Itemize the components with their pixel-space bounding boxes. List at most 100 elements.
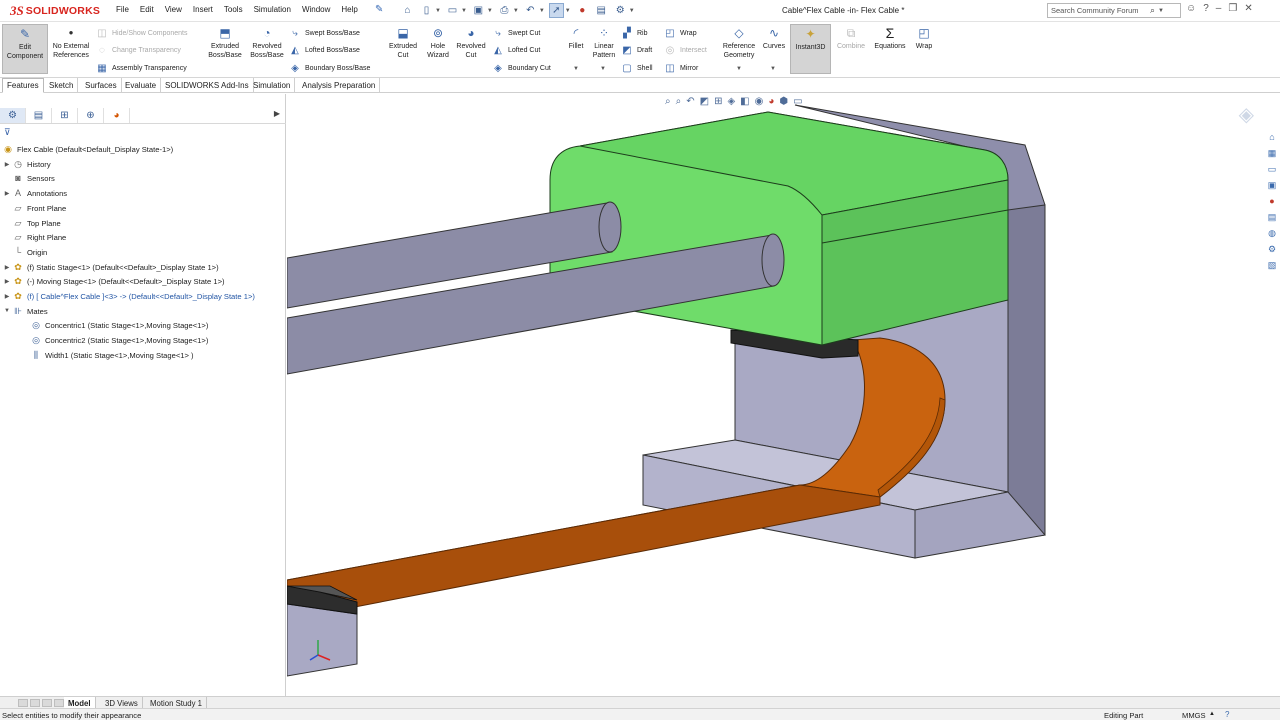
undo-dropdown-icon[interactable]: ▼	[539, 8, 545, 14]
status-units[interactable]: MMGS	[1182, 711, 1206, 720]
dimxpert-tab-icon[interactable]: ⊕	[78, 108, 104, 123]
tree-item-static-stage[interactable]: ▶ ✿ (f) Static Stage<1> (Default<<Defaul…	[2, 260, 219, 274]
shell-button[interactable]: ▢ Shell	[621, 61, 652, 75]
menu-simulation[interactable]: Simulation	[254, 5, 291, 14]
feature-manager-tab-icon[interactable]: ⚙	[0, 108, 26, 123]
search-dropdown-icon[interactable]: ▼	[1158, 8, 1164, 14]
next-tab-arrow-icon[interactable]	[42, 699, 52, 707]
tab-solidworks-addins[interactable]: SOLIDWORKS Add-Ins	[161, 78, 254, 93]
minimize-icon[interactable]: –	[1216, 3, 1222, 14]
tree-item-right-plane[interactable]: ▱ Right Plane	[12, 230, 67, 244]
collapse-icon[interactable]: ▼	[2, 308, 12, 314]
swept-boss-button[interactable]: ⤷ Swept Boss/Base	[289, 26, 360, 40]
close-icon[interactable]: ✕	[1244, 3, 1252, 14]
menu-tools[interactable]: Tools	[224, 5, 243, 14]
combine-button[interactable]: ⧉ Combine	[833, 24, 869, 52]
save-icon[interactable]: ▣	[471, 3, 486, 18]
solidworks-logo[interactable]: 3S SOLIDWORKS	[10, 3, 100, 19]
expand-icon[interactable]: ▶	[2, 161, 12, 168]
no-external-references-button[interactable]: ● No External References	[51, 24, 91, 60]
view-settings-icon[interactable]: ▭	[793, 96, 802, 107]
file-explorer-icon[interactable]: ▭	[1265, 162, 1279, 176]
graphics-viewport[interactable]: ⌕ ⌕ ↶ ◩ ⊞ ◈ ◧ ◉ ◕ ⬢ ▭ ◈ ⌂ ▦ ▭ ▣ ● ▤ ◍ ⚙ …	[287, 94, 1280, 696]
custom-properties-icon[interactable]: ▤	[1265, 210, 1279, 224]
print-dropdown-icon[interactable]: ▼	[513, 8, 519, 14]
mirror-button[interactable]: ◫ Mirror	[664, 61, 698, 75]
revolved-cut-button[interactable]: ◕ Revolved Cut	[455, 24, 487, 60]
curves-dropdown-icon[interactable]: ▼	[770, 66, 776, 72]
menu-window[interactable]: Window	[302, 5, 330, 14]
edit-appearance-icon[interactable]: ◕	[768, 96, 774, 107]
boundary-cut-button[interactable]: ◈ Boundary Cut	[492, 61, 551, 75]
tab-features[interactable]: Features	[2, 78, 44, 93]
boundary-boss-button[interactable]: ◈ Boundary Boss/Base	[289, 61, 370, 75]
previous-view-icon[interactable]: ↶	[686, 96, 694, 107]
options-gear-icon[interactable]: ⚙	[613, 3, 628, 18]
assembly-transparency-button[interactable]: ▦ Assembly Transparency	[96, 61, 186, 75]
cable-end-block[interactable]	[287, 585, 358, 677]
fillet-button[interactable]: ◜ Fillet	[565, 24, 587, 52]
apply-scene-icon[interactable]: ⬢	[779, 96, 788, 107]
extruded-boss-button[interactable]: ⬒ Extruded Boss/Base	[205, 24, 245, 60]
tree-root[interactable]: ◉ Flex Cable (Default<Default_Display St…	[2, 142, 173, 156]
options-dropdown-icon[interactable]: ▼	[629, 8, 635, 14]
tab-simulation[interactable]: Simulation	[249, 78, 296, 93]
units-dropdown-icon[interactable]: ▲	[1209, 711, 1215, 717]
tree-item-concentric2[interactable]: ◎ Concentric2 (Static Stage<1>,Moving St…	[30, 333, 208, 347]
restore-icon[interactable]: ❐	[1228, 3, 1237, 14]
design-library-icon[interactable]: ▦	[1265, 146, 1279, 160]
change-transparency-button[interactable]: ◌ Change Transparency	[96, 43, 181, 57]
new-dropdown-icon[interactable]: ▼	[435, 8, 441, 14]
dynamic-annotation-icon[interactable]: ⊞	[714, 96, 722, 107]
zoom-to-fit-icon[interactable]: ⌕	[665, 96, 671, 107]
zoom-area-icon[interactable]: ⌕	[676, 96, 682, 107]
swept-cut-button[interactable]: ⤷ Swept Cut	[492, 26, 540, 40]
save-dropdown-icon[interactable]: ▼	[487, 8, 493, 14]
hide-show-components-button[interactable]: ◫ Hide/Show Components	[96, 26, 187, 40]
tree-item-front-plane[interactable]: ▱ Front Plane	[12, 201, 67, 215]
fillet-dropdown-icon[interactable]: ▼	[573, 66, 579, 72]
last-tab-arrow-icon[interactable]	[54, 699, 64, 707]
user-icon[interactable]: ☺	[1186, 3, 1196, 14]
open-dropdown-icon[interactable]: ▼	[461, 8, 467, 14]
search-input[interactable]	[1051, 6, 1147, 15]
menu-edit[interactable]: Edit	[140, 5, 154, 14]
curves-button[interactable]: ∿ Curves	[760, 24, 788, 52]
menu-insert[interactable]: Insert	[193, 5, 213, 14]
tree-item-history[interactable]: ▶ ◷ History	[2, 157, 51, 171]
panel-expand-arrow-icon[interactable]: ▶	[274, 109, 280, 118]
tree-item-annotations[interactable]: ▶ A Annotations	[2, 186, 67, 200]
home-icon[interactable]: ⌂	[400, 3, 415, 18]
linear-pattern-button[interactable]: ⁘ Linear Pattern	[590, 24, 618, 60]
equations-button[interactable]: Σ Equations	[871, 24, 909, 52]
tab-surfaces[interactable]: Surfaces	[81, 78, 122, 93]
tree-item-mates[interactable]: ▼ ⊪ Mates	[2, 304, 48, 318]
traffic-light-icon[interactable]: ●	[575, 3, 590, 18]
prev-tab-arrow-icon[interactable]	[30, 699, 40, 707]
expand-icon[interactable]: ▶	[2, 264, 12, 271]
tab-sketch[interactable]: Sketch	[45, 78, 79, 93]
lofted-cut-button[interactable]: ◭ Lofted Cut	[492, 43, 540, 57]
new-document-icon[interactable]: ▯	[419, 3, 434, 18]
pin-menu-icon[interactable]: ✎	[375, 4, 383, 15]
expand-icon[interactable]: ▶	[2, 278, 12, 285]
solidworks-resources-icon[interactable]: ⌂	[1265, 130, 1279, 144]
search-icon[interactable]: ⌕	[1150, 5, 1155, 16]
display-style-icon[interactable]: ◧	[740, 96, 749, 107]
hole-wizard-button[interactable]: ⊚ Hole Wizard	[422, 24, 454, 60]
menu-help[interactable]: Help	[341, 5, 357, 14]
toolbox-icon[interactable]: ▧	[1265, 258, 1279, 272]
view-palette-icon[interactable]: ▣	[1265, 178, 1279, 192]
tree-item-width1[interactable]: ⫼ Width1 (Static Stage<1>,Moving Stage<1…	[30, 348, 194, 362]
tree-item-sensors[interactable]: ◙ Sensors	[12, 171, 55, 185]
tree-item-concentric1[interactable]: ◎ Concentric1 (Static Stage<1>,Moving St…	[30, 318, 208, 332]
menu-view[interactable]: View	[165, 5, 182, 14]
rib-button[interactable]: ▞ Rib	[621, 26, 647, 40]
quick-tips-icon[interactable]: ?	[1225, 710, 1229, 719]
tree-item-flex-cable[interactable]: ▶ ✿ (f) [ Cable^Flex Cable ]<3> -> (Defa…	[2, 289, 255, 303]
intersect-button[interactable]: ◎ Intersect	[664, 43, 707, 57]
hide-show-items-icon[interactable]: ◉	[755, 96, 764, 107]
reference-geometry-button[interactable]: ◇ Reference Geometry	[719, 24, 759, 60]
select-cursor-icon[interactable]: ➚	[548, 3, 564, 18]
wrap-button[interactable]: ◰ Wrap	[911, 24, 937, 52]
